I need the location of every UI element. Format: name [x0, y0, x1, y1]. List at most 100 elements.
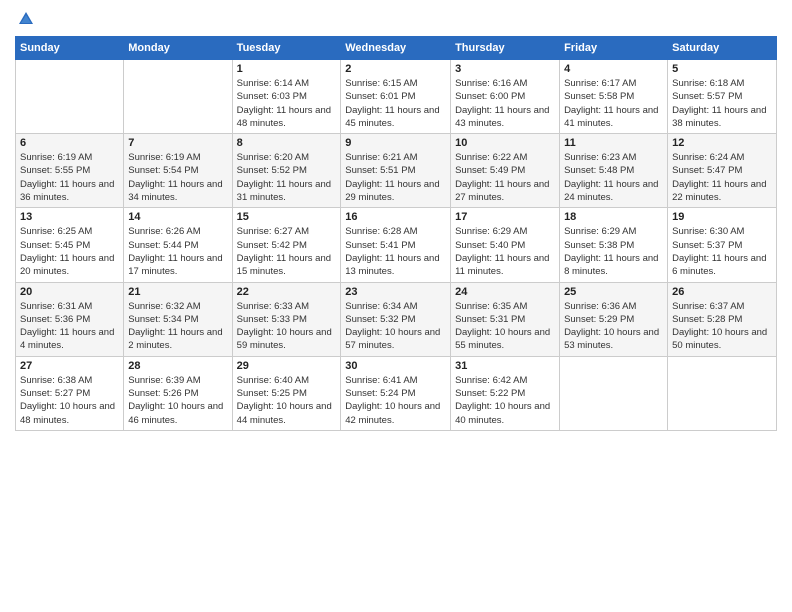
- calendar-cell: 9 Sunrise: 6:21 AMSunset: 5:51 PMDaylight…: [341, 134, 451, 208]
- day-detail: Sunrise: 6:29 AMSunset: 5:38 PMDaylight:…: [564, 225, 663, 278]
- day-number: 28: [128, 360, 227, 372]
- calendar-week-4: 20 Sunrise: 6:31 AMSunset: 5:36 PMDayligh…: [16, 282, 777, 356]
- calendar-header-wednesday: Wednesday: [341, 37, 451, 60]
- day-detail: Sunrise: 6:24 AMSunset: 5:47 PMDaylight:…: [672, 151, 772, 204]
- day-number: 12: [672, 137, 772, 149]
- day-detail: Sunrise: 6:31 AMSunset: 5:36 PMDaylight:…: [20, 300, 119, 353]
- calendar: SundayMondayTuesdayWednesdayThursdayFrid…: [15, 36, 777, 431]
- day-detail: Sunrise: 6:19 AMSunset: 5:54 PMDaylight:…: [128, 151, 227, 204]
- calendar-cell: [560, 356, 668, 430]
- day-detail: Sunrise: 6:30 AMSunset: 5:37 PMDaylight:…: [672, 225, 772, 278]
- day-detail: Sunrise: 6:35 AMSunset: 5:31 PMDaylight:…: [455, 300, 555, 353]
- calendar-cell: 8Sunrise: 6:20 AMSunset: 5:52 PMDaylight…: [232, 134, 341, 208]
- day-detail: Sunrise: 6:17 AMSunset: 5:58 PMDaylight:…: [564, 77, 663, 130]
- calendar-cell: [124, 60, 232, 134]
- day-detail: Sunrise: 6:42 AMSunset: 5:22 PMDaylight:…: [455, 374, 555, 427]
- calendar-cell: 7 Sunrise: 6:19 AMSunset: 5:54 PMDaylight…: [124, 134, 232, 208]
- calendar-cell: 13 Sunrise: 6:25 AMSunset: 5:45 PMDayligh…: [16, 208, 124, 282]
- calendar-header-thursday: Thursday: [451, 37, 560, 60]
- day-number: 26: [672, 286, 772, 298]
- calendar-week-2: 6 Sunrise: 6:19 AMSunset: 5:55 PMDaylight…: [16, 134, 777, 208]
- calendar-cell: 29Sunrise: 6:40 AMSunset: 5:25 PMDayligh…: [232, 356, 341, 430]
- day-detail: Sunrise: 6:41 AMSunset: 5:24 PMDaylight:…: [345, 374, 446, 427]
- day-detail: Sunrise: 6:39 AMSunset: 5:26 PMDaylight:…: [128, 374, 227, 427]
- day-number: 13: [20, 211, 119, 223]
- calendar-cell: 19 Sunrise: 6:30 AMSunset: 5:37 PMDayligh…: [668, 208, 777, 282]
- calendar-header-row: SundayMondayTuesdayWednesdayThursdayFrid…: [16, 37, 777, 60]
- calendar-header-tuesday: Tuesday: [232, 37, 341, 60]
- calendar-cell: 24 Sunrise: 6:35 AMSunset: 5:31 PMDayligh…: [451, 282, 560, 356]
- day-detail: Sunrise: 6:22 AMSunset: 5:49 PMDaylight:…: [455, 151, 555, 204]
- day-detail: Sunrise: 6:40 AMSunset: 5:25 PMDaylight:…: [237, 374, 337, 427]
- calendar-week-1: 1 Sunrise: 6:14 AMSunset: 6:03 PMDaylight…: [16, 60, 777, 134]
- calendar-cell: 3 Sunrise: 6:16 AMSunset: 6:00 PMDaylight…: [451, 60, 560, 134]
- calendar-week-3: 13 Sunrise: 6:25 AMSunset: 5:45 PMDayligh…: [16, 208, 777, 282]
- calendar-cell: 22 Sunrise: 6:33 AMSunset: 5:33 PMDayligh…: [232, 282, 341, 356]
- calendar-cell: 6 Sunrise: 6:19 AMSunset: 5:55 PMDaylight…: [16, 134, 124, 208]
- day-number: 17: [455, 211, 555, 223]
- day-number: 3: [455, 63, 555, 75]
- day-number: 10: [455, 137, 555, 149]
- day-detail: Sunrise: 6:33 AMSunset: 5:33 PMDaylight:…: [237, 300, 337, 353]
- day-number: 23: [345, 286, 446, 298]
- calendar-cell: 2 Sunrise: 6:15 AMSunset: 6:01 PMDaylight…: [341, 60, 451, 134]
- day-detail: Sunrise: 6:25 AMSunset: 5:45 PMDaylight:…: [20, 225, 119, 278]
- day-number: 25: [564, 286, 663, 298]
- day-detail: Sunrise: 6:37 AMSunset: 5:28 PMDaylight:…: [672, 300, 772, 353]
- day-number: 30: [345, 360, 446, 372]
- calendar-cell: 12 Sunrise: 6:24 AMSunset: 5:47 PMDayligh…: [668, 134, 777, 208]
- day-number: 2: [345, 63, 446, 75]
- calendar-header-friday: Friday: [560, 37, 668, 60]
- day-detail: Sunrise: 6:20 AMSunset: 5:52 PMDaylight:…: [237, 151, 337, 204]
- day-detail: Sunrise: 6:21 AMSunset: 5:51 PMDaylight:…: [345, 151, 446, 204]
- day-number: 11: [564, 137, 663, 149]
- day-detail: Sunrise: 6:15 AMSunset: 6:01 PMDaylight:…: [345, 77, 446, 130]
- calendar-header-sunday: Sunday: [16, 37, 124, 60]
- page: SundayMondayTuesdayWednesdayThursdayFrid…: [0, 0, 792, 612]
- calendar-cell: 5 Sunrise: 6:18 AMSunset: 5:57 PMDaylight…: [668, 60, 777, 134]
- day-detail: Sunrise: 6:32 AMSunset: 5:34 PMDaylight:…: [128, 300, 227, 353]
- calendar-cell: 18 Sunrise: 6:29 AMSunset: 5:38 PMDayligh…: [560, 208, 668, 282]
- day-detail: Sunrise: 6:38 AMSunset: 5:27 PMDaylight:…: [20, 374, 119, 427]
- logo-icon: [17, 10, 35, 28]
- calendar-header-saturday: Saturday: [668, 37, 777, 60]
- day-number: 6: [20, 137, 119, 149]
- calendar-cell: 4Sunrise: 6:17 AMSunset: 5:58 PMDaylight…: [560, 60, 668, 134]
- day-number: 7: [128, 137, 227, 149]
- logo: [15, 10, 35, 28]
- day-number: 15: [237, 211, 337, 223]
- day-detail: Sunrise: 6:26 AMSunset: 5:44 PMDaylight:…: [128, 225, 227, 278]
- calendar-cell: 20 Sunrise: 6:31 AMSunset: 5:36 PMDayligh…: [16, 282, 124, 356]
- calendar-cell: [668, 356, 777, 430]
- day-number: 14: [128, 211, 227, 223]
- calendar-header-monday: Monday: [124, 37, 232, 60]
- calendar-cell: 16Sunrise: 6:28 AMSunset: 5:41 PMDayligh…: [341, 208, 451, 282]
- day-number: 27: [20, 360, 119, 372]
- day-number: 22: [237, 286, 337, 298]
- day-number: 1: [237, 63, 337, 75]
- calendar-cell: 14 Sunrise: 6:26 AMSunset: 5:44 PMDayligh…: [124, 208, 232, 282]
- day-detail: Sunrise: 6:14 AMSunset: 6:03 PMDaylight:…: [237, 77, 337, 130]
- calendar-cell: 28 Sunrise: 6:39 AMSunset: 5:26 PMDayligh…: [124, 356, 232, 430]
- day-number: 9: [345, 137, 446, 149]
- day-number: 20: [20, 286, 119, 298]
- header: [15, 10, 777, 28]
- calendar-cell: 17Sunrise: 6:29 AMSunset: 5:40 PMDayligh…: [451, 208, 560, 282]
- day-number: 24: [455, 286, 555, 298]
- calendar-cell: 21Sunrise: 6:32 AMSunset: 5:34 PMDayligh…: [124, 282, 232, 356]
- day-number: 31: [455, 360, 555, 372]
- day-number: 19: [672, 211, 772, 223]
- day-detail: Sunrise: 6:28 AMSunset: 5:41 PMDaylight:…: [345, 225, 446, 278]
- calendar-cell: 11 Sunrise: 6:23 AMSunset: 5:48 PMDayligh…: [560, 134, 668, 208]
- day-detail: Sunrise: 6:18 AMSunset: 5:57 PMDaylight:…: [672, 77, 772, 130]
- calendar-week-5: 27 Sunrise: 6:38 AMSunset: 5:27 PMDayligh…: [16, 356, 777, 430]
- day-detail: Sunrise: 6:34 AMSunset: 5:32 PMDaylight:…: [345, 300, 446, 353]
- calendar-cell: 31 Sunrise: 6:42 AMSunset: 5:22 PMDayligh…: [451, 356, 560, 430]
- day-number: 5: [672, 63, 772, 75]
- day-detail: Sunrise: 6:19 AMSunset: 5:55 PMDaylight:…: [20, 151, 119, 204]
- calendar-cell: 23 Sunrise: 6:34 AMSunset: 5:32 PMDayligh…: [341, 282, 451, 356]
- day-detail: Sunrise: 6:23 AMSunset: 5:48 PMDaylight:…: [564, 151, 663, 204]
- calendar-cell: 1 Sunrise: 6:14 AMSunset: 6:03 PMDaylight…: [232, 60, 341, 134]
- day-detail: Sunrise: 6:16 AMSunset: 6:00 PMDaylight:…: [455, 77, 555, 130]
- day-number: 18: [564, 211, 663, 223]
